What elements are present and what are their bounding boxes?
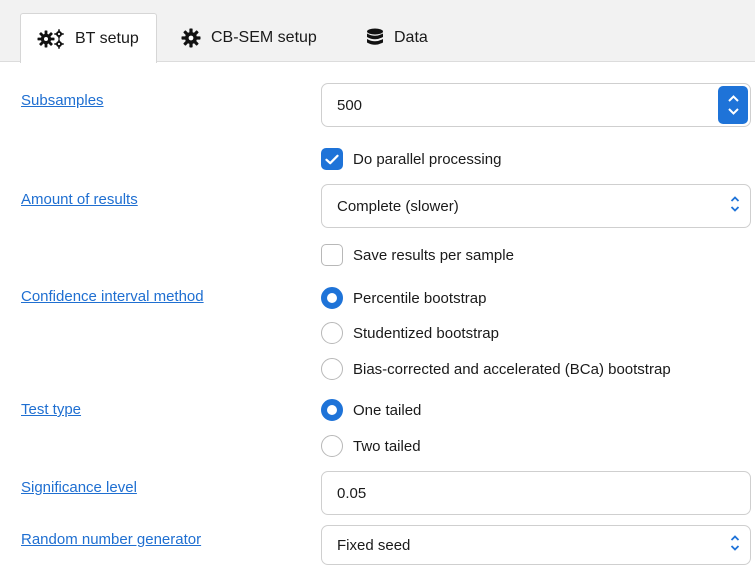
tab-label: CB-SEM setup — [211, 29, 317, 46]
checkbox-unchecked[interactable] — [321, 244, 343, 266]
radio-unselected[interactable] — [321, 322, 343, 344]
amount-of-results-label[interactable]: Amount of results — [21, 191, 138, 208]
stepper-buttons — [718, 86, 748, 124]
decrement-button[interactable] — [727, 108, 739, 115]
radio-studentized-bootstrap[interactable]: Studentized bootstrap — [321, 321, 499, 345]
increment-button[interactable] — [727, 95, 739, 102]
significance-level-label[interactable]: Significance level — [21, 479, 137, 496]
tab-bar: BT setup CB-SEM setup Data — [0, 0, 755, 63]
database-icon — [366, 28, 384, 48]
random-number-generator-label[interactable]: Random number generator — [21, 531, 201, 548]
random-number-generator-select[interactable]: Fixed seed — [321, 525, 751, 565]
test-type-label[interactable]: Test type — [21, 401, 81, 418]
radio-label: Two tailed — [353, 437, 421, 455]
tab-label: Data — [394, 29, 428, 46]
checkbox-checked[interactable] — [321, 148, 343, 170]
amount-of-results-select[interactable]: Complete (slower) — [321, 184, 751, 228]
parallel-processing-label: Do parallel processing — [353, 150, 502, 168]
save-results-per-sample-checkbox[interactable]: Save results per sample — [321, 243, 514, 267]
save-results-per-sample-label: Save results per sample — [353, 246, 514, 264]
confidence-interval-method-label[interactable]: Confidence interval method — [21, 288, 204, 305]
radio-unselected[interactable] — [321, 358, 343, 380]
radio-bca-bootstrap[interactable]: Bias-corrected and accelerated (BCa) boo… — [321, 357, 671, 381]
subsamples-value: 500 — [337, 96, 363, 114]
subsamples-label[interactable]: Subsamples — [21, 92, 104, 109]
tab-bt-setup[interactable]: BT setup — [20, 13, 157, 63]
significance-level-input[interactable]: 0.05 — [321, 471, 751, 515]
radio-label: One tailed — [353, 401, 422, 419]
radio-selected[interactable] — [321, 399, 343, 421]
amount-of-results-value: Complete (slower) — [337, 197, 459, 215]
radio-one-tailed[interactable]: One tailed — [321, 398, 421, 422]
gears-icon — [37, 28, 65, 49]
tab-label: BT setup — [75, 29, 139, 47]
gear-icon — [181, 28, 201, 48]
radio-two-tailed[interactable]: Two tailed — [321, 434, 421, 458]
radio-label: Percentile bootstrap — [353, 289, 487, 307]
random-number-generator-value: Fixed seed — [337, 536, 411, 554]
radio-selected[interactable] — [321, 287, 343, 309]
checkmark-icon — [325, 154, 339, 164]
radio-label: Bias-corrected and accelerated (BCa) boo… — [353, 360, 671, 378]
significance-level-value: 0.05 — [337, 484, 367, 502]
subsamples-stepper[interactable]: 500 — [321, 83, 751, 127]
radio-label: Studentized bootstrap — [353, 324, 499, 342]
select-chevrons-icon — [730, 534, 740, 556]
tab-cb-sem-setup[interactable]: CB-SEM setup — [165, 13, 333, 63]
radio-percentile-bootstrap[interactable]: Percentile bootstrap — [321, 286, 486, 310]
tab-data[interactable]: Data — [350, 13, 444, 63]
parallel-processing-checkbox[interactable]: Do parallel processing — [321, 147, 501, 171]
select-chevrons-icon — [730, 195, 740, 217]
radio-unselected[interactable] — [321, 435, 343, 457]
